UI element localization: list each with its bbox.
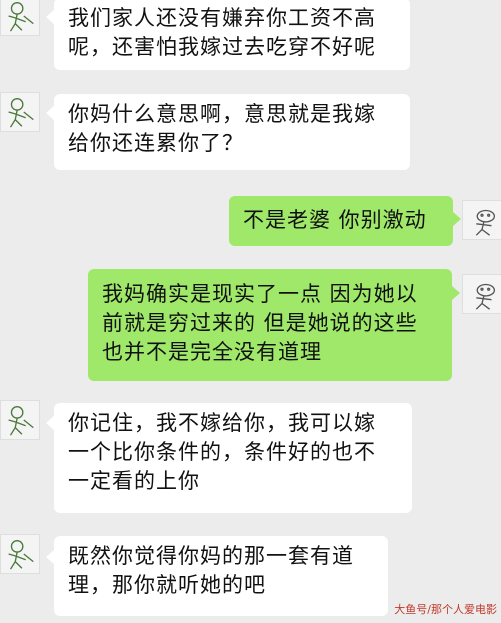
message-line: 一定看的上你 bbox=[68, 469, 200, 493]
message-line: 呢，还害怕我嫁过去吃穿不好呢 bbox=[68, 35, 376, 59]
message-bubble[interactable]: 你妈什么意思啊，意思就是我嫁 给你还连累你了？ bbox=[54, 94, 410, 170]
message-line: 不是老婆 你别激动 bbox=[243, 208, 427, 232]
message-line: 也并不是完全没有道理 bbox=[102, 340, 322, 364]
message-bubble[interactable]: 你记住，我不嫁给你，我可以嫁 一个比你条件的，条件好的也不 一定看的上你 bbox=[54, 403, 412, 513]
doodle-avatar-icon[interactable] bbox=[462, 200, 501, 240]
message-bubble[interactable]: 我们家人还没有嫌弃你工资不高 呢，还害怕我嫁过去吃穿不好呢 bbox=[54, 0, 410, 70]
doodle-avatar-icon[interactable] bbox=[0, 400, 40, 440]
bubble-tail bbox=[46, 106, 54, 120]
bubble-tail bbox=[46, 10, 54, 24]
bubble-tail bbox=[46, 416, 54, 430]
watermark: 大鱼号/那个人爱电影 bbox=[394, 603, 497, 616]
message-bubble[interactable]: 既然你觉得你妈的那一套有道 理，那你就听她的吧 bbox=[54, 536, 388, 616]
message-line: 我们家人还没有嫌弃你工资不高 bbox=[68, 6, 376, 30]
doodle-avatar-icon[interactable] bbox=[0, 92, 40, 132]
bubble-tail bbox=[453, 212, 461, 226]
message-line: 你妈什么意思啊，意思就是我嫁 bbox=[68, 102, 376, 126]
doodle-avatar-icon[interactable] bbox=[0, 534, 40, 574]
doodle-avatar-icon[interactable] bbox=[0, 0, 40, 36]
bubble-tail bbox=[46, 550, 54, 564]
bubble-tail bbox=[452, 286, 460, 300]
message-line: 既然你觉得你妈的那一套有道 bbox=[68, 544, 354, 568]
message-line: 一个比你条件的，条件好的也不 bbox=[68, 440, 376, 464]
message-line: 前就是穷过来的 但是她说的这些 bbox=[102, 311, 418, 335]
message-line: 你记住，我不嫁给你，我可以嫁 bbox=[68, 411, 376, 435]
message-line: 我妈确实是现实了一点 因为她以 bbox=[102, 282, 418, 306]
message-line: 给你还连累你了？ bbox=[68, 131, 244, 155]
message-line: 理，那你就听她的吧 bbox=[68, 573, 266, 597]
message-bubble[interactable]: 不是老婆 你别激动 bbox=[229, 196, 453, 246]
message-bubble[interactable]: 我妈确实是现实了一点 因为她以 前就是穷过来的 但是她说的这些 也并不是完全没有… bbox=[88, 269, 452, 381]
doodle-avatar-icon[interactable] bbox=[462, 274, 501, 314]
